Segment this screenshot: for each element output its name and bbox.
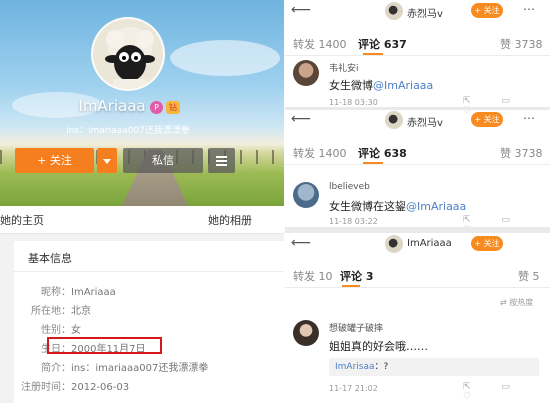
sheep-avatar-icon <box>105 27 155 89</box>
follow-button[interactable]: + 关注 <box>471 236 503 251</box>
comment-username[interactable]: 想破罐子破摔 <box>329 321 383 334</box>
basic-info-card: 基本信息 昵称：ImAriaaa 所在地：北京 性别：女 生日：2000年11月… <box>14 241 284 403</box>
comment-time: 11-18 03:22 <box>329 217 378 226</box>
info-value: 2012-06-03 <box>71 382 130 393</box>
follow-button[interactable]: + 关注 <box>471 112 503 127</box>
tab-like[interactable]: 赞 3738 <box>500 36 543 52</box>
tab-repost[interactable]: 转发 1400 <box>293 145 347 161</box>
info-label: 所在地： <box>31 306 71 317</box>
tab-underline <box>342 285 360 287</box>
comment-text: 女生微博@ImAriaaa <box>329 77 433 93</box>
comment-text: 姐姐真的好会哦…… <box>329 340 428 353</box>
comment-username[interactable]: 韦礼安i <box>329 61 359 74</box>
post-tabs: 转发 1400 评论 637 赞 3738 <box>285 30 550 56</box>
tab-her-home[interactable]: 她的主页 <box>0 212 44 228</box>
back-arrow-icon[interactable]: ⟵ <box>291 2 311 18</box>
info-row-bio: 简介：ins：imariaaa007还我漂漂拳 <box>14 359 284 374</box>
sort-by-hot-button[interactable]: ⇄ 按热度 <box>500 297 533 308</box>
follow-dropdown-button[interactable] <box>97 148 117 173</box>
header-username[interactable]: 赤烈马v <box>407 5 443 20</box>
info-label: 昵称： <box>41 287 71 298</box>
info-label: 注册时间： <box>21 382 71 393</box>
tab-underline <box>363 53 383 55</box>
tab-comment[interactable]: 评论 637 <box>358 36 407 52</box>
divider <box>14 271 284 272</box>
tab-like[interactable]: 赞 5 <box>518 268 540 284</box>
post-header: ⟵ 赤烈马v + 关注 ⋯ <box>285 0 550 22</box>
tab-underline <box>363 162 383 164</box>
commenter-avatar[interactable] <box>293 182 319 208</box>
commenter-avatar[interactable] <box>293 60 319 86</box>
follow-button[interactable]: + 关注 <box>15 148 94 173</box>
profile-username: ImAriaaa <box>78 97 146 115</box>
vip-badge-icon[interactable]: P <box>150 101 163 114</box>
info-value: 女 <box>71 325 81 336</box>
comment-username[interactable]: lbelieveb <box>329 182 370 192</box>
reply-text: ：? <box>374 362 389 372</box>
tab-like[interactable]: 赞 3738 <box>500 145 543 161</box>
post-header: ⟵ 赤烈马v + 关注 ⋯ <box>285 109 550 131</box>
post-header: ⟵ ImAriaaa + 关注 <box>285 233 550 255</box>
commenter-avatar[interactable] <box>293 320 319 346</box>
basic-info-title: 基本信息 <box>28 252 72 265</box>
info-label: 简介： <box>41 363 71 374</box>
reply-username[interactable]: ImArisaa <box>335 362 375 372</box>
more-menu-button[interactable] <box>208 148 235 173</box>
back-arrow-icon[interactable]: ⟵ <box>291 235 311 251</box>
message-button[interactable]: 私信 <box>123 148 203 173</box>
follow-button[interactable]: + 关注 <box>471 3 503 18</box>
profile-cover-image: ImAriaaa P 钻 ins：imariaaa007还我漂漂拳 + 关注 私… <box>0 0 284 206</box>
avatar[interactable] <box>385 2 403 20</box>
menu-icon <box>216 156 227 166</box>
info-value: ins：imariaaa007还我漂漂拳 <box>71 363 209 374</box>
more-dots-icon[interactable]: ⋯ <box>523 111 535 125</box>
birthday-highlight-box <box>47 337 162 354</box>
avatar[interactable] <box>385 111 403 129</box>
header-username[interactable]: 赤烈马v <box>407 114 443 129</box>
info-value: 北京 <box>71 306 91 317</box>
profile-bio: ins：imariaaa007还我漂漂拳 <box>66 126 190 136</box>
back-arrow-icon[interactable]: ⟵ <box>291 111 311 127</box>
comment-time: 11-18 03:30 <box>329 98 378 107</box>
tab-comment[interactable]: 评论 638 <box>358 145 407 161</box>
info-row-registered: 注册时间：2012-06-03 <box>14 378 284 393</box>
profile-tabs: 她的主页 她的相册 <box>0 206 284 234</box>
avatar[interactable] <box>385 235 403 253</box>
reply-box[interactable]: ImArisaa：? <box>329 358 539 376</box>
info-row-location: 所在地：北京 <box>14 302 284 317</box>
tab-repost[interactable]: 转发 1400 <box>293 36 347 52</box>
chevron-down-icon <box>103 159 111 164</box>
header-username[interactable]: ImAriaaa <box>407 238 452 249</box>
tab-repost[interactable]: 转发 10 <box>293 268 333 284</box>
more-dots-icon[interactable]: ⋯ <box>523 2 535 16</box>
comment-body: 女生微博 <box>329 79 373 92</box>
mention-link[interactable]: @ImAriaaa <box>406 200 466 213</box>
comment-text: 女生微博在这鋆@ImAriaaa <box>329 198 466 214</box>
tab-her-album[interactable]: 她的相册 <box>208 212 252 228</box>
comment-body: 女生微博在这鋆 <box>329 200 406 213</box>
avatar[interactable] <box>91 17 165 91</box>
tab-comment[interactable]: 评论 3 <box>340 268 373 284</box>
info-label: 性别： <box>41 325 71 336</box>
info-row-nickname: 昵称：ImAriaaa <box>14 283 284 298</box>
profile-screen: ImAriaaa P 钻 ins：imariaaa007还我漂漂拳 + 关注 私… <box>0 0 284 403</box>
level-badge-icon[interactable]: 钻 <box>166 101 180 114</box>
cover-cloud <box>170 40 280 76</box>
post-tabs: 转发 10 评论 3 赞 5 <box>285 262 550 288</box>
comment-time: 11-17 21:02 <box>329 384 378 393</box>
info-row-gender: 性别：女 <box>14 321 284 336</box>
post-tabs: 转发 1400 评论 638 赞 3738 <box>285 139 550 165</box>
info-value: ImAriaaa <box>71 287 116 298</box>
comment-actions[interactable]: ⇱ ▭ ♡ <box>463 382 550 402</box>
mention-link[interactable]: @ImAriaaa <box>373 79 433 92</box>
comments-screens: ⟵ 赤烈马v + 关注 ⋯ 转发 1400 评论 637 赞 3738 韦礼安i… <box>285 0 550 403</box>
